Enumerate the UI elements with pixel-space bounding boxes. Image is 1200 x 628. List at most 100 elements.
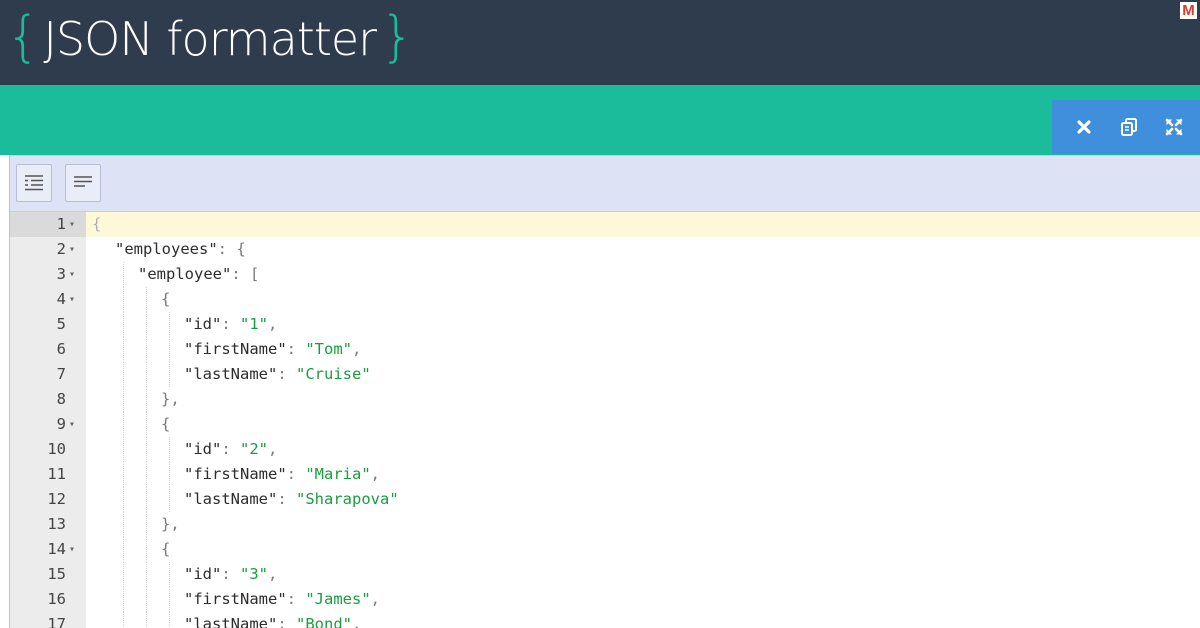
code-line: 15 "id": "3", <box>10 562 1200 587</box>
fold-toggle-icon[interactable]: ▾ <box>69 412 75 437</box>
site-logo[interactable]: M <box>1180 2 1197 19</box>
app-header: { JSON formatter } M <box>0 0 1200 85</box>
line-number: 12 <box>47 490 66 508</box>
editor-toolbar <box>10 155 1200 212</box>
code-line: 13}, <box>10 512 1200 537</box>
json-key: "employees" <box>115 240 218 258</box>
code-text: "id": "1", <box>184 312 277 337</box>
indent-guide <box>146 512 147 537</box>
indent-guide <box>123 312 124 337</box>
code-line: 5 "id": "1", <box>10 312 1200 337</box>
fold-toggle-icon[interactable]: ▾ <box>69 262 75 287</box>
indent-guide <box>169 587 170 612</box>
indent-guide <box>169 562 170 587</box>
close-button[interactable] <box>1071 114 1097 140</box>
code-text: { <box>161 412 170 437</box>
indent-guide <box>123 437 124 462</box>
line-number: 14 <box>47 540 66 558</box>
code-line: 4 ▾ { <box>10 287 1200 312</box>
code-line: 2 ▾ "employees": { <box>10 237 1200 262</box>
json-punctuation: : [ <box>231 265 260 283</box>
indent-guide <box>146 437 147 462</box>
indent-guide <box>123 612 124 628</box>
json-punctuation: }, <box>161 515 180 533</box>
json-string: "Cruise" <box>296 365 371 383</box>
json-string: "James" <box>305 590 371 608</box>
line-number: 6 <box>56 340 66 358</box>
json-punctuation: , <box>352 340 362 358</box>
json-string: "1" <box>240 315 268 333</box>
fold-toggle-icon[interactable]: ▾ <box>69 287 75 312</box>
json-punctuation: : <box>277 615 296 628</box>
indent-guide <box>123 287 124 312</box>
code-text: "employees": { <box>115 237 246 262</box>
code-text: }, <box>161 512 180 537</box>
indent-guide <box>123 412 124 437</box>
json-punctuation: { <box>161 290 171 308</box>
json-punctuation: : <box>277 490 296 508</box>
indent-guide <box>169 437 170 462</box>
fullscreen-button[interactable] <box>1161 114 1187 140</box>
indent-guide <box>146 362 147 387</box>
indent-guide <box>146 337 147 362</box>
code-line: 12 "lastName": "Sharapova" <box>10 487 1200 512</box>
line-number: 17 <box>47 615 66 628</box>
json-key: "id" <box>184 440 222 458</box>
code-area[interactable]: 1 ▾{2 ▾ "employees": {3 ▾ "employee": [4 ▾{5 "i… <box>10 212 1200 628</box>
code-text: { <box>161 287 170 312</box>
indent-guide <box>146 412 147 437</box>
line-number: 1 <box>56 215 66 233</box>
editor-action-bar <box>1052 100 1200 154</box>
indent-guide <box>123 362 124 387</box>
json-punctuation: , <box>268 565 278 583</box>
json-key: "id" <box>184 315 222 333</box>
json-punctuation: : <box>286 340 306 358</box>
code-text: "firstName": "Tom", <box>184 337 361 362</box>
indent-guide <box>123 462 124 487</box>
json-punctuation: : <box>221 315 240 333</box>
json-punctuation: : <box>277 365 296 383</box>
code-line: 17 "lastName": "Bond", <box>10 612 1200 628</box>
indent-guide <box>123 487 124 512</box>
fold-toggle-icon[interactable]: ▾ <box>69 537 75 562</box>
indent-guide <box>123 562 124 587</box>
indent-guide <box>169 362 170 387</box>
json-key: "lastName" <box>184 365 278 383</box>
json-key: "firstName" <box>184 465 287 483</box>
json-punctuation: : <box>286 590 306 608</box>
line-number: 5 <box>56 315 66 333</box>
indent-guide <box>146 562 147 587</box>
json-string: "Bond" <box>296 615 352 628</box>
fold-toggle-icon[interactable]: ▾ <box>69 212 75 237</box>
code-text: "lastName": "Cruise" <box>184 362 371 387</box>
json-punctuation: { <box>92 215 102 233</box>
line-number: 13 <box>47 515 66 533</box>
code-text: }, <box>161 387 180 412</box>
code-line: 9 ▾ { <box>10 412 1200 437</box>
json-punctuation: , <box>268 440 278 458</box>
code-line: 11 "firstName": "Maria", <box>10 462 1200 487</box>
fold-toggle-icon[interactable]: ▾ <box>69 237 75 262</box>
copy-icon <box>1120 118 1137 136</box>
indent-guide <box>146 312 147 337</box>
line-number: 15 <box>47 565 66 583</box>
indent-guide <box>146 612 147 628</box>
json-punctuation: { <box>161 415 171 433</box>
compact-button[interactable] <box>65 164 101 202</box>
json-key: "id" <box>184 565 222 583</box>
code-text: "lastName": "Sharapova" <box>184 487 399 512</box>
line-number: 2 <box>56 240 66 258</box>
json-punctuation: , <box>268 315 278 333</box>
format-button[interactable] <box>16 164 52 202</box>
title-close-brace: } <box>380 5 414 68</box>
json-string: "Tom" <box>305 340 352 358</box>
copy-button[interactable] <box>1116 114 1142 140</box>
code-text: "id": "3", <box>184 562 277 587</box>
code-line: 7 "lastName": "Cruise" <box>10 362 1200 387</box>
indent-guide <box>123 387 124 412</box>
json-punctuation: , <box>370 465 380 483</box>
code-line: 14 ▾ { <box>10 537 1200 562</box>
indent-guide <box>146 587 147 612</box>
compact-icon <box>74 176 92 187</box>
code-line: 1 ▾ { <box>10 212 1200 237</box>
